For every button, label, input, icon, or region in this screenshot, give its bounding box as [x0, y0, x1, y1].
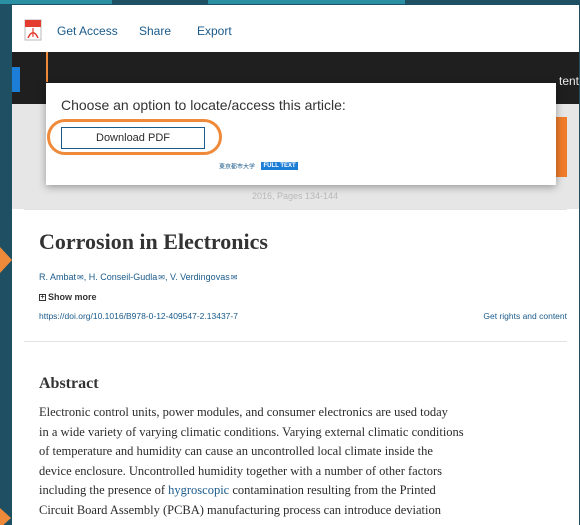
author-list: R. Ambat✉, H. Conseil-Gudla✉, V. Verding…: [39, 272, 238, 282]
top-strip-left: [0, 0, 112, 4]
author-link[interactable]: V. Verdingovas: [170, 272, 230, 282]
author-link[interactable]: R. Ambat: [39, 272, 76, 282]
access-options-popup: Choose an option to locate/access this a…: [46, 83, 556, 185]
divider: [24, 341, 567, 342]
abstract-line: device enclosure. Uncontrolled humidity …: [39, 463, 442, 478]
hygroscopic-link[interactable]: hygroscopic: [168, 483, 229, 497]
abstract-text: including the presence of: [39, 483, 169, 497]
top-strip-right: [208, 0, 405, 4]
annotation-arrow: [0, 508, 11, 525]
university-link-text: 東京都市大学: [219, 164, 256, 171]
full-text-badge: FULL TEXT: [261, 161, 298, 170]
abstract-heading: Abstract: [39, 375, 99, 392]
pdf-icon[interactable]: [24, 19, 42, 41]
export-link[interactable]: Export: [197, 24, 232, 38]
university-full-text-link[interactable]: 東京都市大学 FULL TEXT: [219, 157, 298, 171]
envelope-icon[interactable]: ✉: [77, 273, 84, 282]
popup-title: Choose an option to locate/access this a…: [61, 97, 346, 113]
abstract-line: including the presence of hygroscopic co…: [39, 481, 569, 501]
article-page: Get Access Share Export tent 2016, Pages…: [12, 5, 579, 525]
get-access-link[interactable]: Get Access: [57, 24, 118, 38]
envelope-icon[interactable]: ✉: [231, 273, 238, 282]
rights-link[interactable]: Get rights and content: [483, 311, 567, 321]
show-more-label: Show more: [48, 292, 97, 302]
doi-link[interactable]: https://doi.org/10.1016/B978-0-12-409547…: [39, 311, 238, 321]
banner-blue-marker: [12, 67, 20, 92]
annotation-pointer: [46, 52, 48, 82]
divider: [24, 209, 567, 210]
pages-text: 2016, Pages 134-144: [252, 191, 339, 201]
abstract-body: Electronic control units, power modules,…: [39, 403, 569, 520]
annotation-highlight-circle: [47, 119, 222, 155]
article-title: Corrosion in Electronics: [39, 229, 268, 254]
annotation-arrow: [0, 247, 12, 273]
abstract-line: Electronic control units, power modules,…: [39, 405, 448, 419]
abstract-text: contamination resulting from the Printed: [229, 483, 436, 497]
abstract-line: of temperature and humidity can cause an…: [39, 444, 433, 458]
abstract-line: in a wide variety of varying climatic co…: [39, 424, 464, 439]
author-link[interactable]: H. Conseil-Gudla: [89, 272, 158, 282]
banner-partial-text: tent: [558, 74, 579, 88]
plus-box-icon: +: [39, 294, 46, 302]
article-toolbar: Get Access Share Export: [12, 5, 579, 52]
abstract-line: Circuit Board Assembly (PCBA) manufactur…: [39, 502, 441, 517]
envelope-icon[interactable]: ✉: [158, 273, 165, 282]
show-more-toggle[interactable]: + Show more: [39, 292, 97, 302]
share-link[interactable]: Share: [139, 24, 171, 38]
